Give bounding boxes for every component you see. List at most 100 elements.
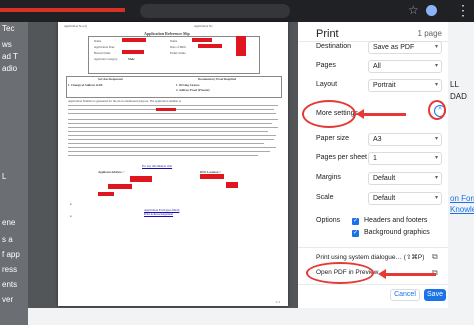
doc-text-line [68, 139, 274, 140]
bg-text: ver [2, 295, 14, 304]
doc-field-label: Date of Birth [170, 45, 186, 49]
cancel-button[interactable]: Cancel [390, 289, 420, 301]
doc-table-cell: 1. Driving Licence [176, 83, 200, 87]
scale-select[interactable]: Default ▾ [368, 192, 442, 205]
redaction [192, 38, 212, 42]
chevron-down-icon: ▾ [434, 44, 438, 50]
layout-select[interactable]: Portrait ▾ [368, 79, 442, 92]
paper-size-value: A3 [373, 136, 382, 143]
extension-icon[interactable] [426, 5, 437, 16]
doc-field-label: Name [170, 39, 178, 43]
margins-value: Default [373, 175, 396, 182]
annotation-circle-open-pdf [306, 262, 374, 284]
address-bar[interactable] [140, 4, 290, 18]
bg-link[interactable]: on Form a [450, 194, 474, 203]
bg-text: ad T [2, 52, 18, 61]
paper-size-label: Paper size [316, 135, 350, 142]
redaction [108, 184, 132, 189]
doc-table-cell: 2. Address Proof (Present) [176, 88, 210, 92]
pages-per-sheet-label: Pages per sheet [316, 154, 367, 161]
doc-field-label: Father Name [170, 51, 186, 55]
options-label: Options [316, 217, 341, 224]
headers-footers-label: Headers and footers [364, 217, 428, 224]
background-graphics-checkbox[interactable]: ✓ [352, 230, 359, 237]
redaction [122, 50, 144, 54]
bg-link[interactable]: Knowled [450, 205, 474, 214]
doc-text-line [68, 151, 270, 152]
bg-text: adio [2, 64, 18, 73]
browser-menu-icon[interactable]: ⋮ [456, 2, 470, 19]
paper-size-select[interactable]: A3 ▾ [368, 133, 442, 146]
doc-text-line [68, 113, 276, 114]
chevron-down-icon: ▾ [434, 63, 438, 69]
destination-row: Destination Save as PDF ▾ [316, 41, 448, 55]
doc-header-left: Application No (2) [64, 24, 87, 28]
doc-note: Application Number is generated for the … [68, 99, 181, 103]
redaction [98, 192, 114, 196]
layout-row: Layout Portrait ▾ [316, 79, 448, 93]
margins-select[interactable]: Default ▾ [368, 172, 442, 185]
chevron-down-icon: ▾ [434, 82, 438, 88]
layout-value: Portrait [373, 82, 396, 89]
divider [298, 284, 448, 285]
destination-select[interactable]: Save as PDF ▾ [368, 41, 442, 54]
background-page-bottom [28, 308, 448, 325]
pages-per-sheet-row: Pages per sheet 1 ▾ [316, 152, 448, 166]
doc-text-line [68, 119, 278, 120]
doc-portal-link[interactable]: For any information visit [142, 164, 172, 168]
chevron-down-icon: ▾ [434, 136, 438, 142]
redaction [200, 174, 224, 179]
doc-bullet: • [70, 215, 72, 220]
preview-page: Application No (2) Application No Applic… [58, 22, 288, 306]
redaction [236, 36, 246, 56]
doc-table-cell: 1. Change of Address in DL [68, 83, 104, 87]
annotation-circle-chevron [428, 100, 446, 120]
page-count: 1 page [417, 29, 442, 38]
bg-text: f app [2, 250, 20, 259]
doc-field-label: Branch Name [94, 51, 111, 55]
scale-label: Scale [316, 194, 334, 201]
doc-page-number: 1/1 [276, 300, 280, 304]
doc-text-line [68, 131, 268, 132]
margins-row: Margins Default ▾ [316, 172, 448, 186]
bg-text: ress [2, 265, 18, 274]
pages-per-sheet-value: 1 [373, 155, 377, 162]
pages-value: All [373, 63, 381, 70]
bg-text: s a [2, 235, 13, 244]
headers-footers-checkbox[interactable]: ✓ [352, 218, 359, 225]
background-page-left: Tec ws ad T adio L ene s a f app ress en… [0, 22, 28, 325]
margins-label: Margins [316, 174, 341, 181]
doc-field-label: Name [94, 39, 102, 43]
background-page-right: LL DAD on Form a Knowled [448, 22, 474, 325]
annotation-arrow [356, 109, 406, 119]
scale-row: Scale Default ▾ [316, 192, 448, 206]
bg-text: ws [2, 40, 12, 49]
pages-label: Pages [316, 62, 336, 69]
doc-ack-link[interactable]: Print Acknowledgement [144, 212, 173, 216]
doc-text-line [68, 155, 258, 156]
save-button[interactable]: Save [424, 289, 446, 301]
bg-text: DAD [450, 92, 467, 101]
system-dialog-link[interactable]: Print using system dialogue… (⇧⌘P) [316, 253, 424, 261]
pages-select[interactable]: All ▾ [368, 60, 442, 73]
redaction [226, 182, 238, 188]
print-dialog-title: Print [316, 28, 339, 40]
pages-per-sheet-select[interactable]: 1 ▾ [368, 152, 442, 165]
redaction-bar [0, 8, 125, 12]
doc-text-line [68, 147, 276, 148]
bg-text: LL [450, 80, 459, 89]
annotation-arrow [378, 269, 436, 279]
pages-row: Pages All ▾ [316, 60, 448, 74]
doc-field-label: Applicant Category [94, 57, 118, 61]
doc-field-value: Male [128, 57, 135, 61]
paper-size-row: Paper size A3 ▾ [316, 133, 448, 147]
doc-table-header: Services Requested [98, 77, 123, 81]
print-preview-area: Application No (2) Application No Applic… [28, 22, 298, 308]
doc-text-line [68, 135, 276, 136]
redaction [198, 44, 222, 48]
external-link-icon[interactable]: ⧉ [432, 252, 438, 262]
redaction [122, 38, 146, 42]
bookmark-star-icon[interactable]: ☆ [408, 3, 419, 17]
redaction [156, 108, 176, 111]
doc-bullet: • [70, 203, 72, 208]
